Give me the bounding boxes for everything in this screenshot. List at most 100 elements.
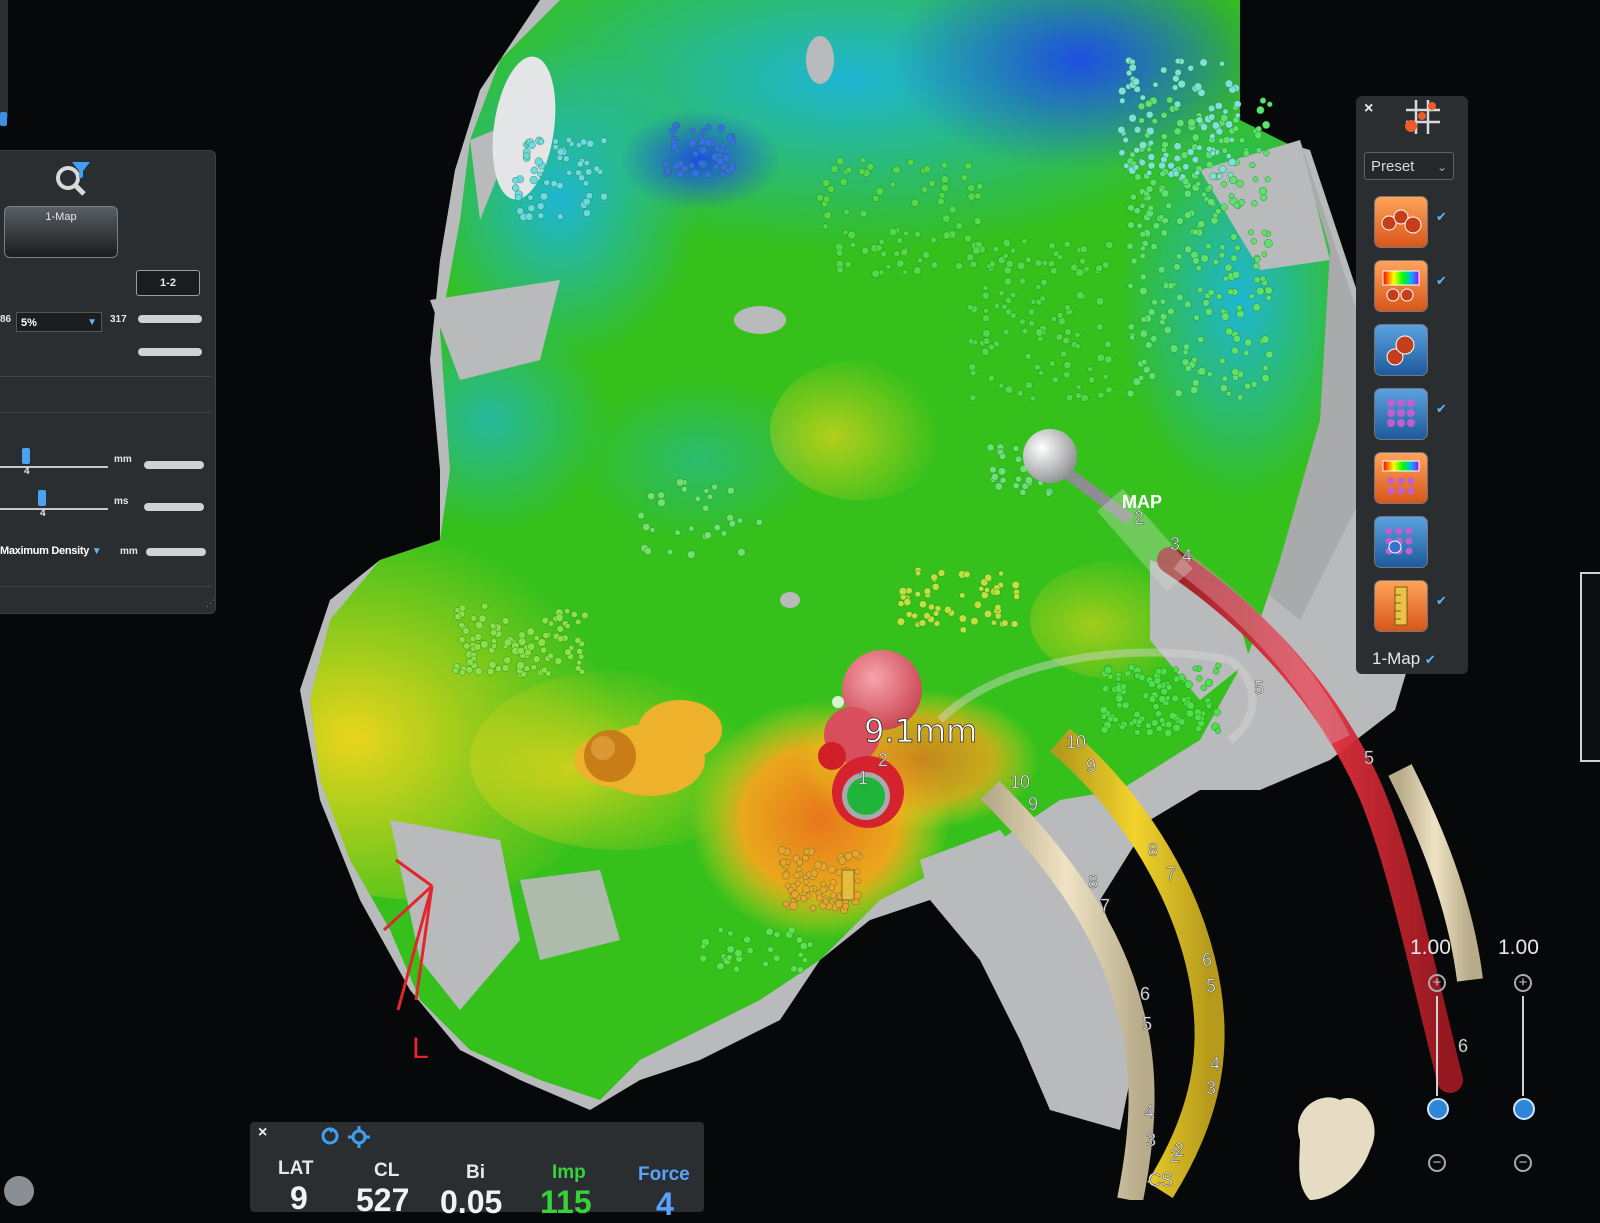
mapping-point [516, 661, 525, 670]
mapping-point [1242, 150, 1250, 157]
mapping-point [1200, 684, 1208, 691]
preset-select[interactable]: Preset ⌄ [1364, 152, 1454, 180]
catheter-b-electrode-number: CS [1148, 1170, 1173, 1190]
mapping-point [959, 592, 966, 599]
mapping-point [1040, 279, 1048, 287]
mapping-point [949, 205, 957, 214]
map-1-2-button[interactable]: 1-2 [136, 270, 200, 296]
mapping-point [896, 237, 903, 244]
opacity-slider[interactable] [138, 348, 202, 356]
mapping-point [1140, 245, 1146, 252]
mapping-point [1215, 662, 1222, 669]
zoom-out-icon[interactable]: − [1428, 1154, 1446, 1172]
mapping-point [915, 570, 921, 577]
mapping-point [1134, 672, 1141, 679]
mapping-point [805, 871, 813, 878]
grid-color-tool-button[interactable] [1374, 452, 1428, 504]
color-bar-tool-button[interactable] [1374, 260, 1428, 312]
mapping-point [797, 951, 804, 958]
chevron-down-icon[interactable]: ✔ [1436, 402, 1450, 415]
mapping-point [795, 936, 803, 944]
readout-close-icon[interactable]: × [258, 1124, 267, 1142]
mapping-point [1140, 316, 1147, 323]
gear-icon[interactable] [348, 1126, 370, 1148]
zoom-out-icon[interactable]: − [1514, 1154, 1532, 1172]
mapping-point [1187, 64, 1194, 72]
zoom-track-left[interactable] [1436, 996, 1438, 1096]
heart-orientation-icon[interactable] [1298, 1097, 1375, 1200]
map-catheter-label: MAP [1122, 492, 1162, 512]
mapping-point [552, 138, 559, 145]
mapping-point [543, 179, 551, 186]
density-select[interactable]: Maximum Density ▼ [0, 542, 118, 560]
mapping-point [984, 609, 993, 618]
point-pair-tool-button[interactable] [1374, 324, 1428, 376]
mapping-point [1158, 717, 1166, 724]
secondary-view-panel[interactable] [1580, 572, 1600, 762]
mm-ruler-handle[interactable] [22, 448, 30, 464]
mapping-point [1260, 194, 1268, 201]
mm-value-bar[interactable] [144, 461, 204, 469]
ms-value-bar[interactable] [144, 503, 204, 511]
mapping-point [1178, 718, 1186, 726]
mapping-point [1212, 668, 1220, 675]
distance-measurement: 9.1mm [864, 712, 977, 750]
grid-points-tool-button[interactable] [1374, 388, 1428, 440]
percent-select[interactable]: 5% ▼ [16, 312, 102, 332]
mapping-point [842, 903, 849, 910]
mapping-point [823, 195, 831, 203]
range-slider[interactable] [138, 315, 202, 323]
mapping-point [967, 338, 975, 345]
mapping-point [1253, 276, 1261, 284]
mapping-point [1063, 240, 1071, 248]
mapping-point [1172, 675, 1180, 683]
grid-points-icon[interactable] [1400, 98, 1444, 138]
mapping-point [570, 611, 578, 618]
mapping-point [1139, 202, 1146, 209]
chevron-down-icon[interactable]: ✔ [1436, 210, 1450, 223]
mapping-point [480, 640, 489, 649]
grid-blue-tool-button[interactable] [1374, 516, 1428, 568]
mapping-point [880, 250, 887, 258]
density-value-bar[interactable] [146, 548, 206, 556]
mapping-point [1083, 266, 1090, 273]
mm-ruler[interactable] [0, 456, 108, 468]
mapping-point [1132, 77, 1140, 86]
filter-search-icon[interactable] [52, 160, 92, 196]
chevron-down-icon[interactable]: ✔ [1436, 594, 1450, 607]
mapping-point [1133, 729, 1141, 736]
mapping-point [1126, 389, 1135, 398]
mapping-point [836, 266, 844, 274]
mapping-point [681, 486, 688, 493]
zoom-knob-right[interactable] [1513, 1098, 1535, 1120]
ms-ruler-handle[interactable] [38, 490, 46, 506]
mapping-point [512, 177, 519, 184]
ruler-tool-button[interactable] [1374, 580, 1428, 632]
mapping-point [728, 165, 736, 173]
zoom-in-icon[interactable]: + [1428, 974, 1446, 992]
mapping-point [1213, 708, 1221, 717]
zoom-in-icon[interactable]: + [1514, 974, 1532, 992]
refresh-icon[interactable] [320, 1126, 340, 1146]
mapping-point [1209, 172, 1217, 180]
chevron-down-icon[interactable]: ✔ [1436, 274, 1450, 287]
map-select[interactable]: 1-Map ✔ [1372, 646, 1452, 672]
mapping-point [688, 162, 695, 169]
zoom-track-right[interactable] [1522, 996, 1524, 1096]
mapping-point [1117, 125, 1126, 134]
mapping-point [1211, 121, 1220, 130]
zoom-knob-left[interactable] [1427, 1098, 1449, 1120]
toolbar-close-icon[interactable]: × [1364, 100, 1373, 118]
orientation-letter: L [412, 1032, 429, 1065]
mapping-point [932, 583, 940, 591]
mapping-point [998, 570, 1004, 577]
mapping-point [1220, 113, 1229, 122]
view-toggle-button[interactable] [4, 1176, 34, 1206]
mapping-point [1151, 299, 1158, 306]
points-tool-button[interactable] [1374, 196, 1428, 248]
resize-grip-icon[interactable]: ⋰ [206, 598, 215, 609]
map-button[interactable]: 1-Map [4, 206, 118, 258]
ms-ruler[interactable] [0, 498, 108, 510]
mapping-point [767, 946, 774, 953]
mapping-point [1233, 334, 1241, 343]
